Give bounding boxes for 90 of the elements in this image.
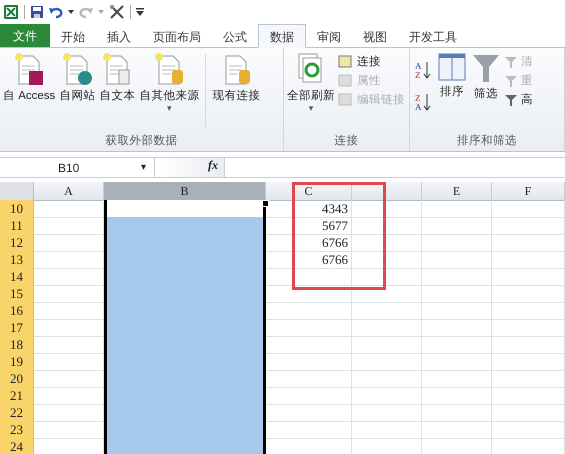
row-header[interactable]: 20 — [0, 370, 34, 388]
grid-cell — [352, 285, 422, 303]
ribbon-tab[interactable]: 数据 — [258, 24, 306, 48]
ribbon-button[interactable]: 筛选 — [470, 52, 502, 133]
grid-cell: 6766 — [266, 234, 352, 252]
ribbon-tab[interactable]: 开发工具 — [398, 25, 468, 47]
grid-cell — [422, 234, 492, 252]
connection-icon — [338, 54, 354, 68]
column-header[interactable]: E — [422, 182, 492, 201]
connection-icon — [338, 92, 354, 106]
ribbon-button[interactable]: 现有连接 — [211, 52, 262, 133]
row-header[interactable]: 10 — [0, 200, 34, 218]
grid-cell — [422, 251, 492, 269]
grid-cell — [422, 302, 492, 320]
spreadsheet-app-icon[interactable] — [3, 4, 19, 20]
grid-cell — [352, 353, 422, 371]
document-icon — [153, 52, 186, 86]
grid-cell — [352, 251, 422, 269]
grid-cell — [422, 421, 492, 439]
sort-grid-icon — [437, 52, 467, 82]
row-header[interactable]: 13 — [0, 251, 34, 269]
grid-cell — [422, 353, 492, 371]
funnel-icon — [504, 54, 518, 68]
grid-cell — [422, 268, 492, 286]
row-header[interactable]: 21 — [0, 387, 34, 405]
grid-cell — [422, 370, 492, 388]
grid-cell — [352, 217, 422, 235]
ribbon-button[interactable]: 自其他来源 ▾ — [138, 52, 200, 133]
row-header[interactable]: 19 — [0, 353, 34, 371]
grid-cell — [352, 302, 422, 320]
column-header[interactable]: B — [104, 182, 266, 201]
grid-cell — [422, 319, 492, 337]
grid-cell — [352, 200, 422, 218]
tools-icon[interactable] — [109, 4, 125, 20]
grid-cell — [352, 234, 422, 252]
grid-cell: 6766 — [266, 251, 352, 269]
grid-cell — [352, 336, 422, 354]
row-header[interactable]: 18 — [0, 336, 34, 354]
connection-icon — [338, 74, 354, 88]
row-header[interactable]: 12 — [0, 234, 34, 252]
column-header[interactable]: A — [34, 182, 104, 201]
document-icon — [13, 52, 46, 86]
group-label: 连接 — [334, 134, 360, 149]
ribbon-button[interactable]: 全部刷新 ▾ — [286, 52, 336, 133]
ribbon-button[interactable]: 连接 — [338, 54, 405, 69]
grid-cell — [422, 387, 492, 405]
document-icon — [61, 52, 94, 86]
grid-cell — [352, 387, 422, 405]
row-header[interactable]: 22 — [0, 404, 34, 422]
grid-cell — [352, 421, 422, 439]
row-header[interactable]: 11 — [0, 217, 34, 235]
ribbon-tab[interactable]: 页面布局 — [142, 25, 212, 47]
funnel-icon — [471, 52, 501, 84]
ribbon-tab[interactable]: 视图 — [352, 25, 398, 47]
row-header[interactable]: 17 — [0, 319, 34, 337]
grid-cell: 5677 — [266, 217, 352, 235]
ribbon-button[interactable]: 自文本 — [98, 52, 136, 133]
ribbon-tab[interactable]: 插入 — [96, 25, 142, 47]
grid-cell — [422, 200, 492, 218]
group-label: 获取外部数据 — [104, 133, 178, 149]
ribbon-tab[interactable]: 审阅 — [306, 25, 352, 47]
customize-caret-icon[interactable] — [136, 8, 144, 16]
fill-handle[interactable] — [262, 200, 269, 207]
ribbon-button[interactable]: 自 Access — [2, 52, 56, 133]
grid-cell — [422, 285, 492, 303]
funnel-icon — [504, 74, 518, 88]
row-header[interactable]: 23 — [0, 421, 34, 439]
group-label: 排序和筛选 — [456, 133, 518, 149]
ribbon-button[interactable]: 自网站 — [58, 52, 96, 133]
funnel-icon — [504, 92, 518, 106]
grid-cell — [352, 404, 422, 422]
grid-cell — [422, 217, 492, 235]
undo-icon[interactable] — [49, 5, 63, 19]
ribbon-tab[interactable]: 开始 — [50, 25, 96, 47]
column-header[interactable]: F — [492, 182, 565, 201]
row-header[interactable]: 14 — [0, 268, 34, 286]
grid-cell — [352, 319, 422, 337]
caret-icon[interactable] — [68, 10, 74, 14]
ribbon-button[interactable]: 排序 — [436, 52, 468, 133]
file-tab[interactable]: 文件 — [0, 24, 50, 47]
grid-cell — [422, 404, 492, 422]
row-header[interactable]: 15 — [0, 285, 34, 303]
row-header[interactable]: 24 — [0, 438, 34, 454]
ribbon-button[interactable]: 高 — [504, 92, 533, 107]
grid-cell — [352, 370, 422, 388]
row-header[interactable]: 16 — [0, 302, 34, 320]
save-icon[interactable] — [30, 5, 44, 19]
grid-cell — [422, 336, 492, 354]
grid-cell — [352, 268, 422, 286]
ribbon-tab[interactable]: 公式 — [212, 25, 258, 47]
